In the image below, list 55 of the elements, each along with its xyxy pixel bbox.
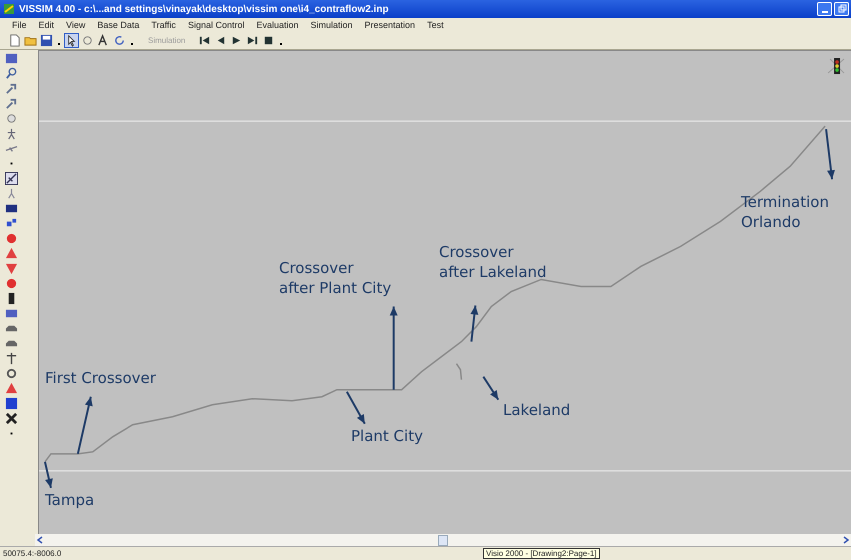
save-icon[interactable] (40, 34, 53, 47)
traffic-light-icon[interactable] (828, 58, 844, 74)
menu-item[interactable]: Test (427, 20, 444, 30)
place-label: First Crossover (45, 369, 156, 388)
parking-icon[interactable] (5, 397, 18, 410)
new-file-icon[interactable] (8, 34, 21, 47)
menu-item[interactable]: Base Data (97, 20, 140, 30)
menu-item[interactable]: Signal Control (188, 20, 244, 30)
scroll-left-icon[interactable] (35, 535, 45, 545)
font-icon[interactable] (97, 34, 110, 47)
menu-item[interactable]: Traffic (151, 20, 176, 30)
arrow (76, 396, 93, 454)
minimize-icon (822, 11, 828, 13)
scroll-thumb[interactable] (438, 534, 448, 546)
tooltip: Visio 2000 - [Drawing2:Page-1] (483, 548, 600, 559)
pan-icon[interactable] (5, 82, 18, 95)
menu-item[interactable]: File (12, 20, 27, 30)
window-title: VISSIM 4.00 - c:\...and settings\vinayak\desktop\vissim one\i4_contraflow2.inp (19, 4, 390, 14)
horizontal-scrollbar[interactable] (35, 534, 851, 546)
scroll-right-icon[interactable] (841, 535, 851, 545)
skip-forward-icon[interactable] (246, 34, 260, 47)
place-label: Tampa (45, 491, 94, 510)
cross-icon[interactable] (5, 412, 18, 425)
arrow (825, 129, 835, 180)
pole-icon[interactable] (5, 352, 18, 365)
place-label: Crossover after Lakeland (439, 243, 547, 282)
arrow (470, 305, 478, 342)
person-icon[interactable] (5, 127, 18, 140)
simulation-label: Simulation (148, 36, 186, 45)
menu-item[interactable]: View (66, 20, 86, 30)
warning-icon[interactable] (5, 247, 18, 260)
restore-icon (836, 4, 846, 14)
arrow (346, 391, 366, 424)
pointer-icon[interactable] (65, 34, 78, 47)
minimize-button[interactable] (817, 2, 832, 16)
skip-back-icon[interactable] (198, 34, 212, 47)
restore-button[interactable] (834, 2, 849, 16)
menu-item[interactable]: Evaluation (256, 20, 298, 30)
menu-item[interactable]: Presentation (364, 20, 416, 30)
menu-item[interactable]: Edit (38, 20, 54, 30)
yield-icon[interactable] (5, 262, 18, 275)
app-icon (3, 3, 15, 15)
coordinates-readout: 50075.4:-8006.0 (3, 549, 62, 558)
arrow (482, 376, 500, 400)
refresh-icon[interactable] (113, 34, 126, 47)
warning-icon[interactable] (5, 382, 18, 395)
pan-icon[interactable] (5, 97, 18, 110)
place-label: Termination Orlando (741, 193, 829, 232)
link-icon[interactable] (5, 172, 18, 185)
menu-item[interactable]: Simulation (310, 20, 353, 30)
zoom-icon[interactable] (5, 67, 18, 80)
place-label: Crossover after Plant City (279, 259, 392, 298)
arrow (44, 462, 53, 488)
place-label: Lakeland (503, 401, 570, 420)
place-label: Plant City (351, 427, 423, 446)
